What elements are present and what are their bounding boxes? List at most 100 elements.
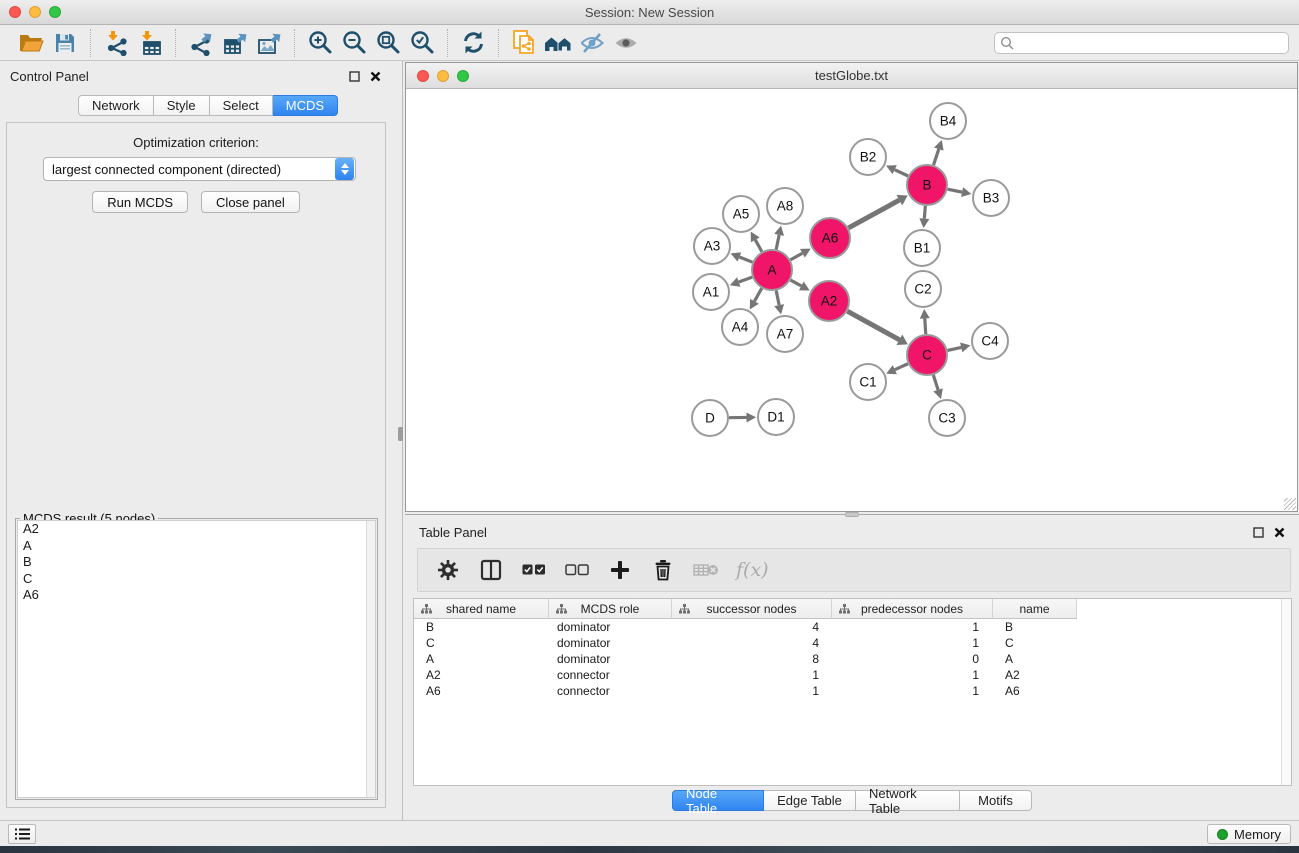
- cell-shared-name[interactable]: A: [414, 651, 549, 667]
- column-header-mcds-role[interactable]: MCDS role: [549, 599, 672, 619]
- cell-name[interactable]: A2: [993, 667, 1077, 683]
- result-list-item[interactable]: B: [18, 554, 375, 571]
- cell-predecessor-nodes[interactable]: 1: [832, 667, 993, 683]
- cell-name[interactable]: A6: [993, 683, 1077, 699]
- graph-edge-C-C3[interactable]: [933, 375, 938, 390]
- import-table-button[interactable]: [133, 28, 167, 58]
- delete-column-button[interactable]: [650, 557, 676, 583]
- cell-predecessor-nodes[interactable]: 1: [832, 635, 993, 651]
- tab-network[interactable]: Network: [78, 95, 154, 116]
- cell-predecessor-nodes[interactable]: 1: [832, 683, 993, 699]
- graph-edge-B-B4[interactable]: [934, 149, 939, 165]
- zoom-in-button[interactable]: [303, 28, 337, 58]
- graph-edge-A-A8[interactable]: [776, 235, 779, 250]
- result-list-item[interactable]: A6: [18, 587, 375, 604]
- column-header-shared-name[interactable]: shared name: [414, 599, 549, 619]
- graph-edge-A-A3[interactable]: [739, 257, 752, 262]
- result-list-item[interactable]: C: [18, 571, 375, 588]
- graph-edge-A-A5[interactable]: [755, 240, 762, 252]
- show-all-columns-button[interactable]: [521, 557, 547, 583]
- result-list-scrollbar[interactable]: [366, 521, 375, 797]
- network-window-titlebar[interactable]: testGlobe.txt: [406, 63, 1297, 89]
- zoom-fit-button[interactable]: [371, 28, 405, 58]
- network-resize-grip[interactable]: [1284, 498, 1296, 510]
- export-table-button[interactable]: [218, 28, 252, 58]
- network-canvas[interactable]: B4B2BB3A5A8A6A3B1AA1C2A2A4A7C4CC1C3DD1: [406, 89, 1297, 511]
- cell-shared-name[interactable]: B: [414, 619, 549, 635]
- splitter-grip[interactable]: [398, 427, 403, 441]
- table-row[interactable]: C dominator 4 1 C: [414, 635, 1291, 651]
- graph-edge-C-C1[interactable]: [895, 364, 908, 370]
- table-row[interactable]: A6 connector 1 1 A6: [414, 683, 1291, 699]
- cell-successor-nodes[interactable]: 4: [672, 635, 832, 651]
- mcds-result-list[interactable]: A2 A B C A6: [17, 520, 376, 798]
- optimization-criterion-dropdown[interactable]: largest connected component (directed): [43, 157, 356, 181]
- table-row[interactable]: A dominator 8 0 A: [414, 651, 1291, 667]
- hide-all-columns-button[interactable]: [564, 557, 590, 583]
- graph-edge-C-C2[interactable]: [925, 318, 926, 334]
- tab-select[interactable]: Select: [210, 95, 273, 116]
- tab-edge-table[interactable]: Edge Table: [764, 790, 856, 811]
- column-header-name[interactable]: name: [993, 599, 1077, 619]
- open-file-button[interactable]: [14, 28, 48, 58]
- tab-network-table[interactable]: Network Table: [856, 790, 960, 811]
- cell-mcds-role[interactable]: dominator: [549, 651, 672, 667]
- cell-name[interactable]: A: [993, 651, 1077, 667]
- cell-mcds-role[interactable]: dominator: [549, 635, 672, 651]
- cell-name[interactable]: C: [993, 635, 1077, 651]
- save-session-button[interactable]: [48, 28, 82, 58]
- table-row[interactable]: B dominator 4 1 B: [414, 619, 1291, 635]
- cell-successor-nodes[interactable]: 4: [672, 619, 832, 635]
- table-options-button[interactable]: [435, 557, 461, 583]
- graph-edge-A2-C[interactable]: [847, 311, 899, 340]
- search-input[interactable]: [994, 32, 1289, 54]
- zoom-out-button[interactable]: [337, 28, 371, 58]
- network-graph-svg[interactable]: B4B2BB3A5A8A6A3B1AA1C2A2A4A7C4CC1C3DD1: [406, 89, 1297, 511]
- cell-successor-nodes[interactable]: 1: [672, 683, 832, 699]
- close-panel-button[interactable]: Close panel: [201, 191, 300, 213]
- cell-successor-nodes[interactable]: 1: [672, 667, 832, 683]
- tab-node-table[interactable]: Node Table: [672, 790, 764, 811]
- cell-predecessor-nodes[interactable]: 1: [832, 619, 993, 635]
- apply-preferred-layout-button[interactable]: [456, 28, 490, 58]
- graph-edge-C-C4[interactable]: [947, 347, 961, 350]
- column-chooser-button[interactable]: [478, 557, 504, 583]
- graph-edge-A-A6[interactable]: [790, 253, 802, 260]
- function-builder-button[interactable]: f(x): [736, 557, 769, 583]
- table-scrollbar[interactable]: [1281, 599, 1291, 785]
- table-row[interactable]: A2 connector 1 1 A2: [414, 667, 1291, 683]
- import-network-button[interactable]: [99, 28, 133, 58]
- close-panel-icon[interactable]: [1274, 527, 1285, 538]
- add-column-button[interactable]: [607, 557, 633, 583]
- graph-edge-A-A4[interactable]: [754, 288, 761, 301]
- delete-table-button[interactable]: [693, 557, 719, 583]
- graph-edge-A-A1[interactable]: [739, 277, 752, 282]
- graph-edge-B-B2[interactable]: [895, 170, 908, 176]
- hide-selected-button[interactable]: [575, 28, 609, 58]
- column-header-successor-nodes[interactable]: successor nodes: [672, 599, 832, 619]
- splitter-grip[interactable]: [845, 512, 859, 517]
- graph-edge-A6-B[interactable]: [848, 200, 899, 228]
- cell-successor-nodes[interactable]: 8: [672, 651, 832, 667]
- cell-shared-name[interactable]: A6: [414, 683, 549, 699]
- float-panel-icon[interactable]: [349, 71, 360, 82]
- export-image-button[interactable]: [252, 28, 286, 58]
- cell-shared-name[interactable]: A2: [414, 667, 549, 683]
- new-network-from-selection-button[interactable]: [507, 28, 541, 58]
- graph-edge-B-B1[interactable]: [924, 206, 925, 219]
- export-network-button[interactable]: [184, 28, 218, 58]
- cell-predecessor-nodes[interactable]: 0: [832, 651, 993, 667]
- column-header-predecessor-nodes[interactable]: predecessor nodes: [832, 599, 993, 619]
- graph-edge-B-B3[interactable]: [948, 189, 963, 192]
- cell-shared-name[interactable]: C: [414, 635, 549, 651]
- cell-name[interactable]: B: [993, 619, 1077, 635]
- vertical-splitter[interactable]: [391, 61, 405, 820]
- result-list-item[interactable]: A2: [18, 521, 375, 538]
- graph-edge-A-A7[interactable]: [776, 291, 779, 306]
- float-panel-icon[interactable]: [1253, 527, 1264, 538]
- cell-mcds-role[interactable]: connector: [549, 667, 672, 683]
- show-panels-list-button[interactable]: [8, 824, 36, 844]
- show-all-button[interactable]: [609, 28, 643, 58]
- result-list-item[interactable]: A: [18, 538, 375, 555]
- memory-button[interactable]: Memory: [1207, 824, 1291, 844]
